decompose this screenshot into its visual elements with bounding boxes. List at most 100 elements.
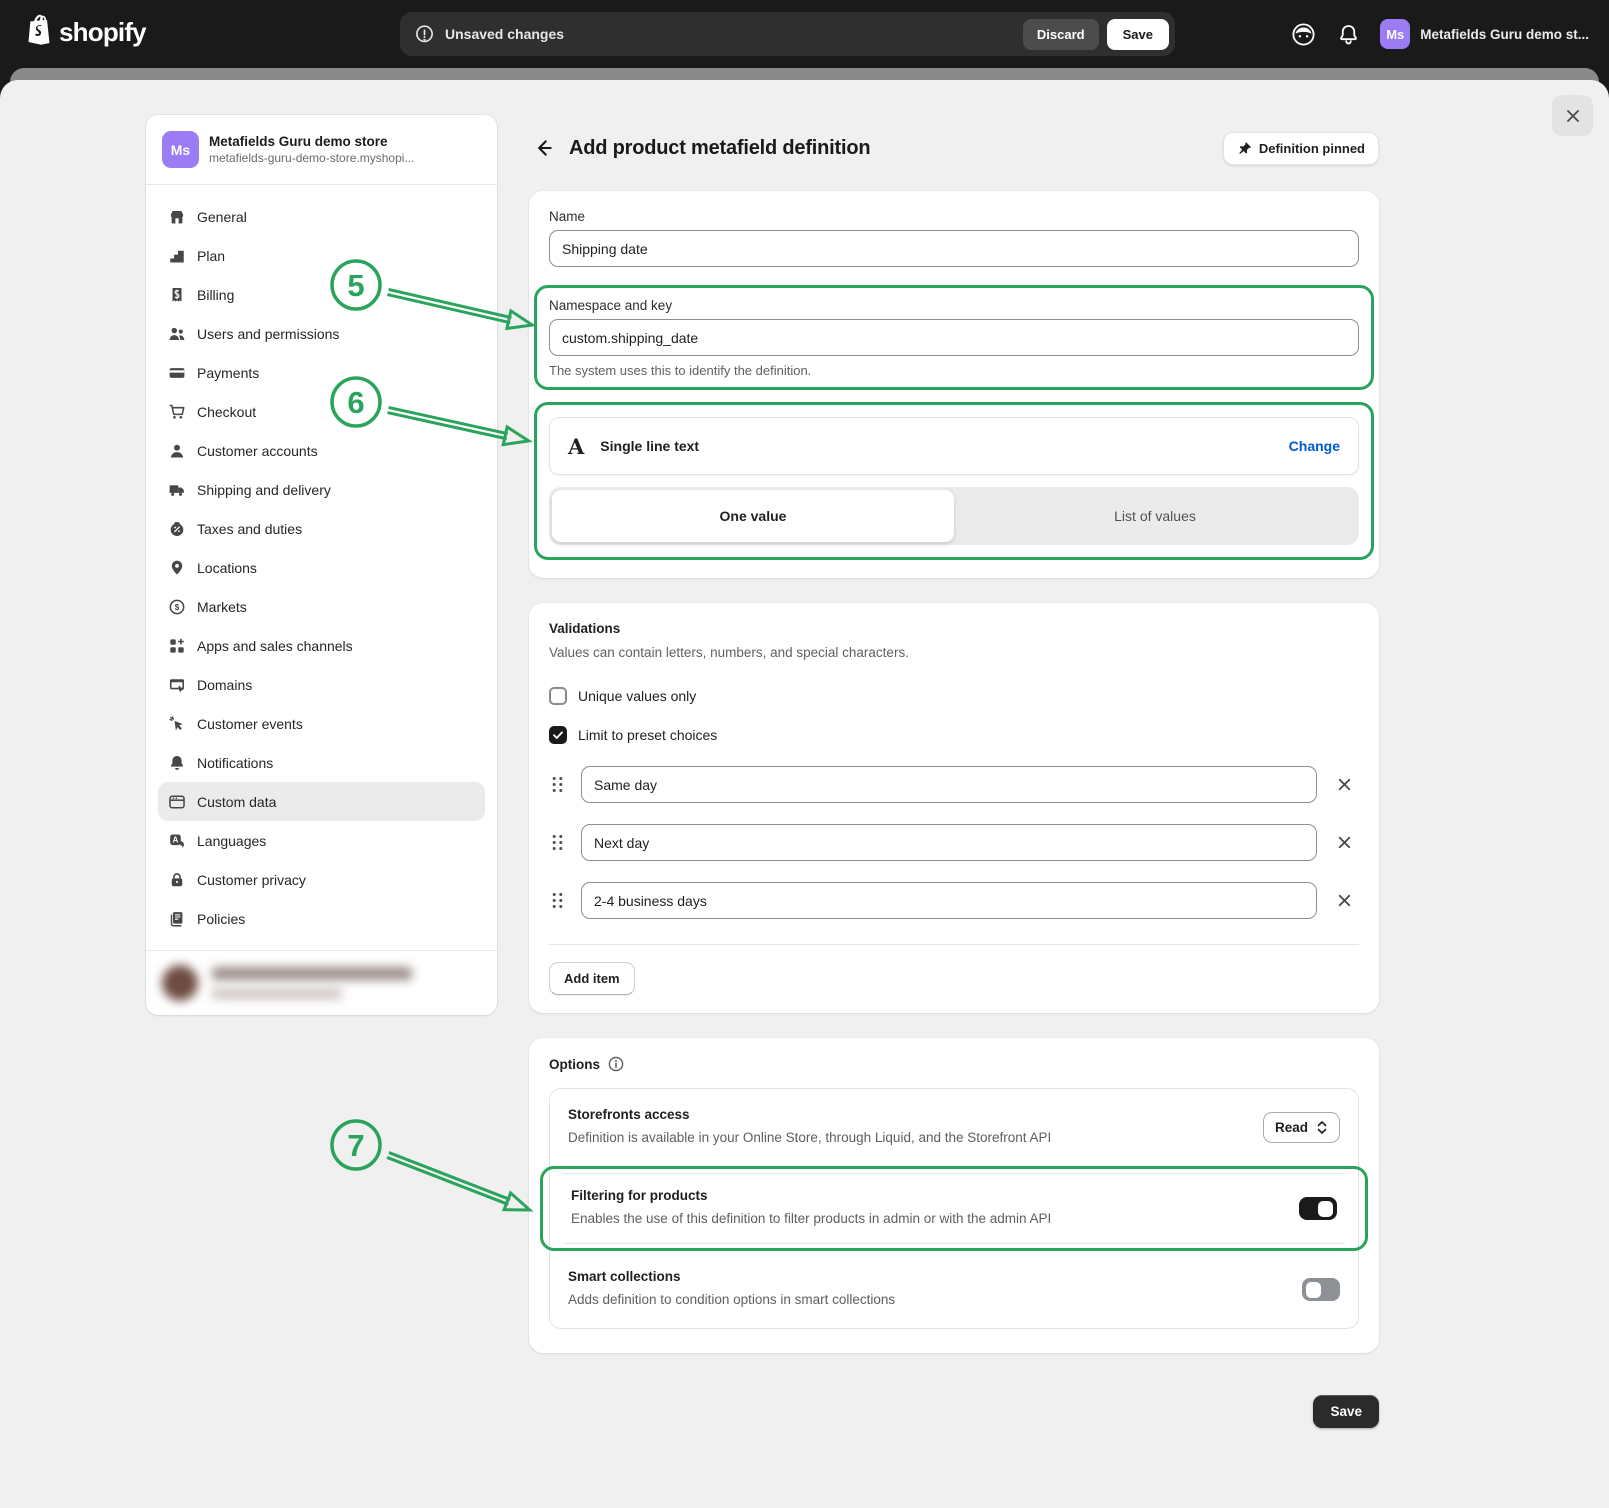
sidebar-item-customer-accounts[interactable]: Customer accounts: [158, 431, 485, 470]
remove-choice-button[interactable]: [1329, 828, 1359, 858]
languages-icon: A: [168, 832, 186, 850]
apps-icon: [168, 637, 186, 655]
namespace-label: Namespace and key: [549, 298, 673, 313]
locations-pin-icon: [168, 559, 186, 577]
sidebar-item-users-and-permissions[interactable]: Users and permissions: [158, 314, 485, 353]
app-avatar-icon[interactable]: [1290, 21, 1317, 48]
domains-icon: [168, 676, 186, 694]
sidebar-store-avatar: Ms: [162, 131, 199, 168]
sidebar-item-locations[interactable]: Locations: [158, 548, 485, 587]
storefront-icon: [168, 208, 186, 226]
sidebar-item-general[interactable]: General: [158, 197, 485, 236]
sidebar-item-label: Checkout: [197, 403, 257, 420]
store-name-topbar[interactable]: Metafields Guru demo st...: [1420, 27, 1589, 42]
sidebar-item-label: Markets: [197, 598, 247, 615]
smart-collections-toggle[interactable]: [1302, 1278, 1340, 1301]
segment-one-value[interactable]: One value: [552, 490, 954, 542]
sidebar-item-label: Customer privacy: [197, 871, 306, 888]
sidebar-user-footer[interactable]: [146, 950, 497, 1015]
notifications-bell-icon: [168, 754, 186, 772]
sidebar-item-label: Shipping and delivery: [197, 481, 331, 498]
sidebar-item-customer-privacy[interactable]: Customer privacy: [158, 860, 485, 899]
annotation-box-type: A Single line text Change One value List …: [534, 402, 1374, 560]
back-button[interactable]: [529, 134, 557, 162]
close-button[interactable]: [1552, 95, 1593, 136]
customer-accounts-icon: [168, 442, 186, 460]
save-button-bottom[interactable]: Save: [1313, 1395, 1379, 1428]
value-mode-segmented-control: One value List of values: [549, 487, 1359, 545]
shopify-wordmark: shopify: [59, 16, 147, 47]
info-icon[interactable]: [608, 1056, 624, 1072]
sidebar-item-customer-events[interactable]: Customer events: [158, 704, 485, 743]
unsaved-changes-bar: Unsaved changes Discard Save: [400, 12, 1175, 56]
segment-list-of-values[interactable]: List of values: [954, 490, 1356, 542]
discard-button[interactable]: Discard: [1022, 18, 1099, 50]
sidebar-item-label: Users and permissions: [197, 325, 340, 342]
sidebar-item-shipping-and-delivery[interactable]: Shipping and delivery: [158, 470, 485, 509]
drag-handle-icon[interactable]: [552, 776, 566, 793]
option-title: Filtering for products: [571, 1188, 708, 1203]
unsaved-changes-text: Unsaved changes: [445, 26, 565, 42]
sidebar-item-languages[interactable]: A Languages: [158, 821, 485, 860]
option-description: Definition is available in your Online S…: [568, 1130, 1052, 1145]
drag-handle-icon[interactable]: [552, 834, 566, 851]
sidebar-item-label: Taxes and duties: [197, 520, 303, 537]
sidebar-item-policies[interactable]: Policies: [158, 899, 485, 938]
preset-choice-input-1[interactable]: [581, 824, 1317, 861]
checkbox-checked[interactable]: [549, 726, 567, 744]
drag-handle-icon[interactable]: [552, 892, 566, 909]
sidebar-item-label: Languages: [197, 832, 267, 849]
close-icon: [1336, 892, 1353, 909]
plan-icon: [168, 247, 186, 265]
sidebar-item-label: General: [197, 208, 247, 225]
definition-pinned-button[interactable]: Definition pinned: [1222, 131, 1379, 165]
options-title: Options: [549, 1056, 600, 1072]
sidebar-item-checkout[interactable]: Checkout: [158, 392, 485, 431]
sidebar-item-label: Customer events: [197, 715, 303, 732]
preset-choice-input-0[interactable]: [581, 766, 1317, 803]
checkbox-row-limit-to-preset-choices[interactable]: Limit to preset choices: [549, 720, 1359, 750]
store-avatar[interactable]: Ms: [1380, 19, 1411, 49]
user-name-blurred: [212, 967, 412, 980]
sidebar-item-notifications[interactable]: Notifications: [158, 743, 485, 782]
sidebar-item-taxes-and-duties[interactable]: Taxes and duties: [158, 509, 485, 548]
sidebar-item-markets[interactable]: $ Markets: [158, 587, 485, 626]
checkbox[interactable]: [549, 687, 567, 705]
storefronts-access-select[interactable]: Read: [1262, 1112, 1340, 1143]
annotation-box-namespace: Namespace and key The system uses this t…: [534, 285, 1374, 390]
content-type-box: A Single line text Change: [549, 417, 1359, 475]
checkbox-row-unique-values-only[interactable]: Unique values only: [549, 681, 1359, 711]
option-row-storefronts-access: Storefronts access Definition is availabl…: [550, 1089, 1358, 1166]
option-title: Storefronts access: [568, 1107, 690, 1122]
preset-choice-input-2[interactable]: [581, 882, 1317, 919]
shopify-logo: shopify: [24, 14, 147, 50]
close-icon: [1336, 834, 1353, 851]
namespace-input[interactable]: [549, 319, 1359, 356]
remove-choice-button[interactable]: [1329, 886, 1359, 916]
preset-choices-list: [549, 766, 1359, 919]
payments-icon: [168, 364, 186, 382]
option-description: Adds definition to condition options in …: [568, 1292, 896, 1307]
name-input[interactable]: [549, 230, 1359, 267]
sidebar-store-header[interactable]: Ms Metafields Guru demo store metafields…: [146, 115, 497, 185]
sidebar-item-custom-data[interactable]: Custom data: [158, 782, 485, 821]
save-button-topbar[interactable]: Save: [1106, 18, 1169, 50]
filtering-for-products-toggle[interactable]: [1299, 1197, 1337, 1220]
sidebar-item-payments[interactable]: Payments: [158, 353, 485, 392]
notifications-bell-icon-topbar[interactable]: [1337, 23, 1360, 46]
sidebar-item-plan[interactable]: Plan: [158, 236, 485, 275]
sidebar-item-label: Locations: [197, 559, 257, 576]
sidebar-item-billing[interactable]: Billing: [158, 275, 485, 314]
sidebar-item-label: Custom data: [197, 793, 277, 810]
sidebar-item-label: Domains: [197, 676, 253, 693]
chevron-updown-icon: [1316, 1120, 1328, 1135]
user-email-blurred: [212, 988, 342, 999]
remove-choice-button[interactable]: [1329, 770, 1359, 800]
change-type-link[interactable]: Change: [1289, 438, 1340, 454]
sidebar-item-apps-and-sales-channels[interactable]: Apps and sales channels: [158, 626, 485, 665]
sidebar-item-domains[interactable]: Domains: [158, 665, 485, 704]
shipping-truck-icon: [168, 481, 186, 499]
settings-sidebar: Ms Metafields Guru demo store metafields…: [146, 115, 497, 1015]
add-item-button[interactable]: Add item: [549, 962, 635, 995]
shopify-bag-icon: [24, 14, 51, 50]
